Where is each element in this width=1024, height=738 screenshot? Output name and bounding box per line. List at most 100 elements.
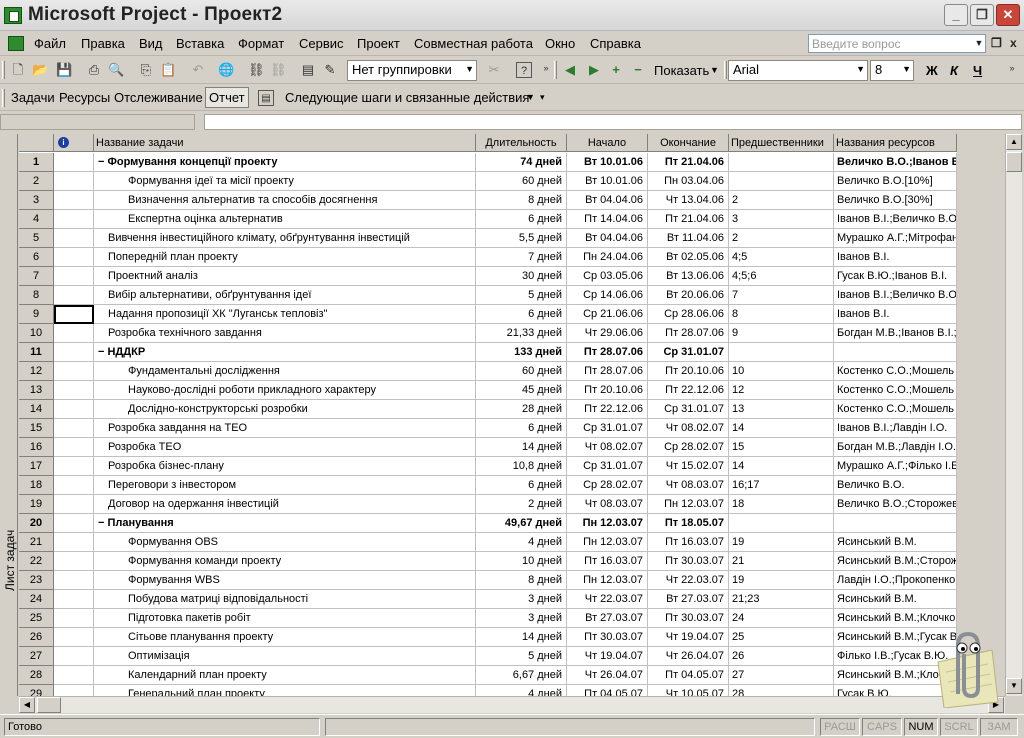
task-duration[interactable]: 45 дней [476, 381, 567, 400]
task-predecessors[interactable]: 13 [729, 400, 834, 419]
row-id[interactable]: 26 [19, 628, 54, 647]
task-name[interactable]: Експертна оцінка альтернатив [94, 210, 476, 229]
task-finish[interactable]: Чт 10.05.07 [648, 685, 729, 696]
table-row[interactable]: 21 Формування OBS 4 дней Пн 12.03.07 Пт 16.0… [19, 533, 957, 552]
task-name[interactable]: Формування команди проекту [94, 552, 476, 571]
table-row[interactable]: 22 Формування команди проекту 10 дней Пт 16… [19, 552, 957, 571]
task-finish[interactable]: Вт 27.03.07 [648, 590, 729, 609]
task-finish[interactable]: Ср 28.02.07 [648, 438, 729, 457]
task-name[interactable]: − Планування [94, 514, 476, 533]
task-resources[interactable]: Іванов В.І. [834, 305, 957, 324]
task-duration[interactable]: 5 дней [476, 647, 567, 666]
task-predecessors[interactable]: 27 [729, 666, 834, 685]
task-start[interactable]: Чт 08.02.07 [567, 438, 648, 457]
task-name[interactable]: Попередній план проекту [94, 248, 476, 267]
task-name[interactable]: Оптимізація [94, 647, 476, 666]
guide-tab-report[interactable]: Отчет [205, 87, 249, 108]
task-name[interactable]: Формування WBS [94, 571, 476, 590]
minimize-button[interactable]: _ [944, 4, 968, 26]
task-duration[interactable]: 6,67 дней [476, 666, 567, 685]
table-row[interactable]: 11 − НДДКР 133 дней Пт 28.07.06 Ср 31.01.07 [19, 343, 957, 362]
task-finish[interactable]: Пт 21.04.06 [648, 153, 729, 172]
task-start[interactable]: Пт 14.04.06 [567, 210, 648, 229]
table-row[interactable]: 15 Розробка завдання на ТЕО 6 дней Ср 31.01… [19, 419, 957, 438]
menu-format[interactable]: Формат [238, 36, 284, 51]
task-duration[interactable]: 60 дней [476, 172, 567, 191]
print-preview-icon[interactable]: 🔍 [108, 62, 124, 78]
task-name[interactable]: Розробка технічного завдання [94, 324, 476, 343]
table-row[interactable]: 13 Науково-дослідні роботи прикладного ха… [19, 381, 957, 400]
task-predecessors[interactable]: 19 [729, 571, 834, 590]
task-name[interactable]: Визначення альтернатив та способів досяг… [94, 191, 476, 210]
indicator-cell[interactable] [54, 628, 94, 647]
task-name[interactable]: Календарний план проекту [94, 666, 476, 685]
task-duration[interactable]: 49,67 дней [476, 514, 567, 533]
task-finish[interactable]: Ср 31.01.07 [648, 400, 729, 419]
row-id[interactable]: 15 [19, 419, 54, 438]
font-select[interactable]: Arial ▼ [728, 60, 868, 81]
menu-help[interactable]: Справка [590, 36, 641, 51]
table-row[interactable]: 8 Вибір альтернативи, обґрунтування ідеї 5… [19, 286, 957, 305]
chevron-down-icon[interactable]: ▼ [972, 34, 986, 53]
task-predecessors[interactable] [729, 153, 834, 172]
task-resources[interactable] [834, 514, 957, 533]
table-row[interactable]: 3 Визначення альтернатив та способів дося… [19, 191, 957, 210]
close-button[interactable]: ✕ [996, 4, 1020, 26]
task-start[interactable]: Ср 31.01.07 [567, 457, 648, 476]
task-predecessors[interactable] [729, 172, 834, 191]
row-id[interactable]: 12 [19, 362, 54, 381]
restore-button[interactable]: ❐ [970, 4, 994, 26]
task-predecessors[interactable]: 10 [729, 362, 834, 381]
indicator-cell[interactable] [54, 647, 94, 666]
scroll-up-icon[interactable]: ▲ [1006, 134, 1022, 150]
column-header-resources[interactable]: Названия ресурсов [834, 134, 957, 152]
task-name[interactable]: − Формування концепції проекту [94, 153, 476, 172]
row-id[interactable]: 23 [19, 571, 54, 590]
task-start[interactable]: Чт 22.03.07 [567, 590, 648, 609]
table-row[interactable]: 20 − Планування 49,67 дней Пн 12.03.07 Пт 18… [19, 514, 957, 533]
task-duration[interactable]: 8 дней [476, 191, 567, 210]
notes-icon[interactable]: ✎ [322, 62, 338, 78]
row-id[interactable]: 21 [19, 533, 54, 552]
row-id[interactable]: 19 [19, 495, 54, 514]
menu-window[interactable]: Окно [545, 36, 575, 51]
indicator-cell[interactable] [54, 229, 94, 248]
menu-collaborate[interactable]: Совместная работа [414, 36, 533, 51]
guide-tab-tasks[interactable]: Задачи [11, 90, 55, 105]
minus-icon[interactable]: − [630, 62, 646, 78]
task-duration[interactable]: 5 дней [476, 286, 567, 305]
bold-button[interactable]: Ж [926, 63, 938, 78]
task-duration[interactable]: 8 дней [476, 571, 567, 590]
table-row[interactable]: 25 Підготовка пакетів робіт 3 дней Вт 27.03… [19, 609, 957, 628]
menu-project[interactable]: Проект [357, 36, 400, 51]
task-start[interactable]: Пт 22.12.06 [567, 400, 648, 419]
table-row[interactable]: 10 Розробка технічного завдання 21,33 дней… [19, 324, 957, 343]
task-start[interactable]: Ср 03.05.06 [567, 267, 648, 286]
task-name[interactable]: Вивчення інвестиційного клімату, обґрунт… [94, 229, 476, 248]
task-predecessors[interactable]: 7 [729, 286, 834, 305]
task-start[interactable]: Пн 24.04.06 [567, 248, 648, 267]
indicator-cell[interactable] [54, 552, 94, 571]
task-start[interactable]: Пн 12.03.07 [567, 514, 648, 533]
task-predecessors[interactable]: 16;17 [729, 476, 834, 495]
task-finish[interactable]: Пт 04.05.07 [648, 666, 729, 685]
row-id[interactable]: 14 [19, 400, 54, 419]
task-resources[interactable]: Гусак В.Ю.;Іванов В.І. [834, 267, 957, 286]
task-name[interactable]: Проектний аналіз [94, 267, 476, 286]
indicator-cell[interactable] [54, 248, 94, 267]
indicator-cell[interactable] [54, 191, 94, 210]
task-name[interactable]: Сітьове планування проекту [94, 628, 476, 647]
row-id[interactable]: 6 [19, 248, 54, 267]
task-finish[interactable]: Вт 20.06.06 [648, 286, 729, 305]
row-id[interactable]: 5 [19, 229, 54, 248]
task-finish[interactable]: Вт 13.06.06 [648, 267, 729, 286]
task-name[interactable]: Переговори з інвестором [94, 476, 476, 495]
task-predecessors[interactable]: 9 [729, 324, 834, 343]
table-row[interactable]: 26 Сітьове планування проекту 14 дней Пт 30… [19, 628, 957, 647]
table-row[interactable]: 29 Генеральний план проекту 4 дней Пт 04.05… [19, 685, 957, 696]
task-predecessors[interactable]: 28 [729, 685, 834, 696]
task-finish[interactable]: Пт 22.12.06 [648, 381, 729, 400]
view-bar[interactable]: Лист задач [0, 134, 18, 696]
row-id[interactable]: 20 [19, 514, 54, 533]
menu-edit[interactable]: Правка [81, 36, 125, 51]
